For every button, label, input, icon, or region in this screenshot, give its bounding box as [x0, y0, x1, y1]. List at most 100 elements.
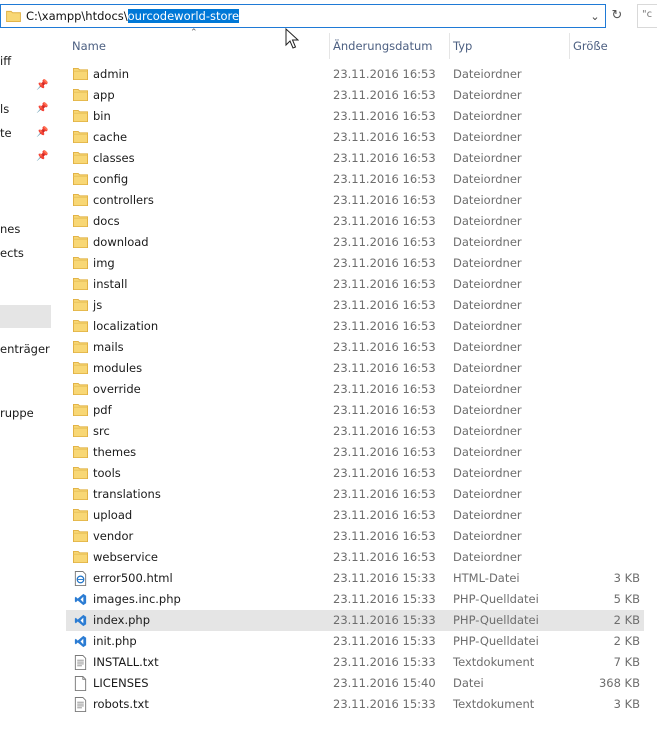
nav-item-5[interactable]: ects	[0, 243, 24, 263]
file-type: Dateiordner	[453, 256, 522, 270]
file-row-error500-html[interactable]: error500.html 23.11.2016 15:33 HTML-Datei 3…	[66, 568, 644, 589]
file-row-controllers[interactable]: controllers 23.11.2016 16:53 Dateiordner	[66, 190, 644, 211]
file-row-webservice[interactable]: webservice 23.11.2016 16:53 Dateiordner	[66, 547, 644, 568]
file-date: 23.11.2016 16:53	[333, 382, 436, 396]
file-size: 7 KB	[613, 655, 640, 669]
address-path-prefix: C:\xampp\htdocs\	[26, 9, 128, 23]
file-row-install-txt[interactable]: INSTALL.txt 23.11.2016 15:33 Textdokument 7…	[66, 652, 644, 673]
nav-item-7[interactable]: ruppe	[0, 403, 34, 423]
file-date: 23.11.2016 15:40	[333, 676, 436, 690]
file-date: 23.11.2016 16:53	[333, 277, 436, 291]
file-row-override[interactable]: override 23.11.2016 16:53 Dateiordner	[66, 379, 644, 400]
file-name: pdf	[93, 403, 112, 417]
nav-item-0[interactable]: iff	[0, 51, 11, 71]
folder-icon	[73, 508, 88, 523]
file-row-vendor[interactable]: vendor 23.11.2016 16:53 Dateiordner	[66, 526, 644, 547]
column-divider[interactable]	[569, 33, 570, 59]
file-name: download	[93, 235, 149, 249]
column-header-date[interactable]: Änderungsdatum	[333, 33, 432, 59]
file-row-images-inc-php[interactable]: images.inc.php 23.11.2016 15:33 PHP-Quelld…	[66, 589, 644, 610]
column-header-size[interactable]: Größe	[573, 33, 608, 59]
file-row-js[interactable]: js 23.11.2016 16:53 Dateiordner	[66, 295, 644, 316]
file-row-robots-txt[interactable]: robots.txt 23.11.2016 15:33 Textdokument 3 …	[66, 694, 644, 715]
file-name: INSTALL.txt	[93, 655, 159, 669]
file-row-download[interactable]: download 23.11.2016 16:53 Dateiordner	[66, 232, 644, 253]
file-row-admin[interactable]: admin 23.11.2016 16:53 Dateiordner	[66, 64, 644, 85]
file-row-mails[interactable]: mails 23.11.2016 16:53 Dateiordner	[66, 337, 644, 358]
file-date: 23.11.2016 16:53	[333, 67, 436, 81]
file-type: Dateiordner	[453, 466, 522, 480]
file-row-cache[interactable]: cache 23.11.2016 16:53 Dateiordner	[66, 127, 644, 148]
file-date: 23.11.2016 16:53	[333, 193, 436, 207]
nav-item-6[interactable]: enträger (	[0, 339, 52, 359]
address-path[interactable]: C:\xampp\htdocs\ourcodeworld-store	[26, 9, 240, 24]
file-date: 23.11.2016 16:53	[333, 151, 436, 165]
file-date: 23.11.2016 16:53	[333, 550, 436, 564]
address-bar[interactable]: C:\xampp\htdocs\ourcodeworld-store ⌄	[0, 4, 606, 28]
file-date: 23.11.2016 16:53	[333, 508, 436, 522]
chevron-down-icon[interactable]: ⌄	[586, 10, 604, 24]
nav-item-4[interactable]: nes	[0, 219, 20, 239]
file-type: Dateiordner	[453, 487, 522, 501]
navigation-pane: iff ls 📌 📌 te 📌 📌 nes ects enträger ( ru…	[0, 33, 52, 729]
file-row-index-php[interactable]: index.php 23.11.2016 15:33 PHP-Quelldatei 2…	[66, 610, 644, 631]
file-size: 3 KB	[613, 697, 640, 711]
column-divider[interactable]	[329, 33, 330, 59]
column-divider[interactable]	[449, 33, 450, 59]
pin-icon[interactable]: 📌	[36, 127, 48, 139]
folder-icon	[73, 235, 88, 250]
file-name: webservice	[93, 550, 158, 564]
search-input[interactable]: "c	[637, 4, 657, 28]
file-row-src[interactable]: src 23.11.2016 16:53 Dateiordner	[66, 421, 644, 442]
folder-icon	[73, 340, 88, 355]
file-row-bin[interactable]: bin 23.11.2016 16:53 Dateiordner	[66, 106, 644, 127]
file-type: Dateiordner	[453, 172, 522, 186]
file-date: 23.11.2016 16:53	[333, 256, 436, 270]
file-row-tools[interactable]: tools 23.11.2016 16:53 Dateiordner	[66, 463, 644, 484]
pin-icon[interactable]: 📌	[36, 151, 48, 163]
file-row-pdf[interactable]: pdf 23.11.2016 16:53 Dateiordner	[66, 400, 644, 421]
file-row-upload[interactable]: upload 23.11.2016 16:53 Dateiordner	[66, 505, 644, 526]
nav-item-1[interactable]: ls	[0, 99, 9, 119]
file-row-classes[interactable]: classes 23.11.2016 16:53 Dateiordner	[66, 148, 644, 169]
file-row-translations[interactable]: translations 23.11.2016 16:53 Dateiordner	[66, 484, 644, 505]
file-row-install[interactable]: install 23.11.2016 16:53 Dateiordner	[66, 274, 644, 295]
folder-icon	[73, 67, 88, 82]
file-date: 23.11.2016 16:53	[333, 340, 436, 354]
file-type: Dateiordner	[453, 109, 522, 123]
folder-icon	[73, 130, 88, 145]
file-row-modules[interactable]: modules 23.11.2016 16:53 Dateiordner	[66, 358, 644, 379]
file-size: 2 KB	[613, 613, 640, 627]
file-name: vendor	[93, 529, 134, 543]
file-row-config[interactable]: config 23.11.2016 16:53 Dateiordner	[66, 169, 644, 190]
php-file-icon	[73, 634, 88, 649]
file-type: Dateiordner	[453, 88, 522, 102]
folder-icon	[73, 361, 88, 376]
address-bar-container: C:\xampp\htdocs\ourcodeworld-store ⌄ ↻ "…	[0, 0, 657, 33]
pin-icon[interactable]: 📌	[36, 80, 48, 92]
refresh-icon[interactable]: ↻	[607, 6, 627, 26]
column-header-type[interactable]: Typ	[453, 33, 472, 59]
file-name: error500.html	[93, 571, 173, 585]
file-row-localization[interactable]: localization 23.11.2016 16:53 Dateiordner	[66, 316, 644, 337]
folder-icon	[73, 88, 88, 103]
file-size: 368 KB	[598, 676, 640, 690]
file-name: tools	[93, 466, 121, 480]
file-name: localization	[93, 319, 159, 333]
file-row-themes[interactable]: themes 23.11.2016 16:53 Dateiordner	[66, 442, 644, 463]
pin-icon[interactable]: 📌	[36, 103, 48, 115]
nav-item-2[interactable]: te	[0, 123, 12, 143]
file-date: 23.11.2016 16:53	[333, 424, 436, 438]
file-name: classes	[93, 151, 135, 165]
file-row-licenses[interactable]: LICENSES 23.11.2016 15:40 Datei 368 KB	[66, 673, 644, 694]
column-header-name[interactable]: Name	[72, 33, 106, 59]
folder-icon	[73, 151, 88, 166]
file-row-docs[interactable]: docs 23.11.2016 16:53 Dateiordner	[66, 211, 644, 232]
file-row-app[interactable]: app 23.11.2016 16:53 Dateiordner	[66, 85, 644, 106]
file-name: docs	[93, 214, 120, 228]
file-type: PHP-Quelldatei	[453, 592, 539, 606]
file-row-init-php[interactable]: init.php 23.11.2016 15:33 PHP-Quelldatei 2 …	[66, 631, 644, 652]
file-name: upload	[93, 508, 133, 522]
file-row-img[interactable]: img 23.11.2016 16:53 Dateiordner	[66, 253, 644, 274]
file-name: src	[93, 424, 110, 438]
